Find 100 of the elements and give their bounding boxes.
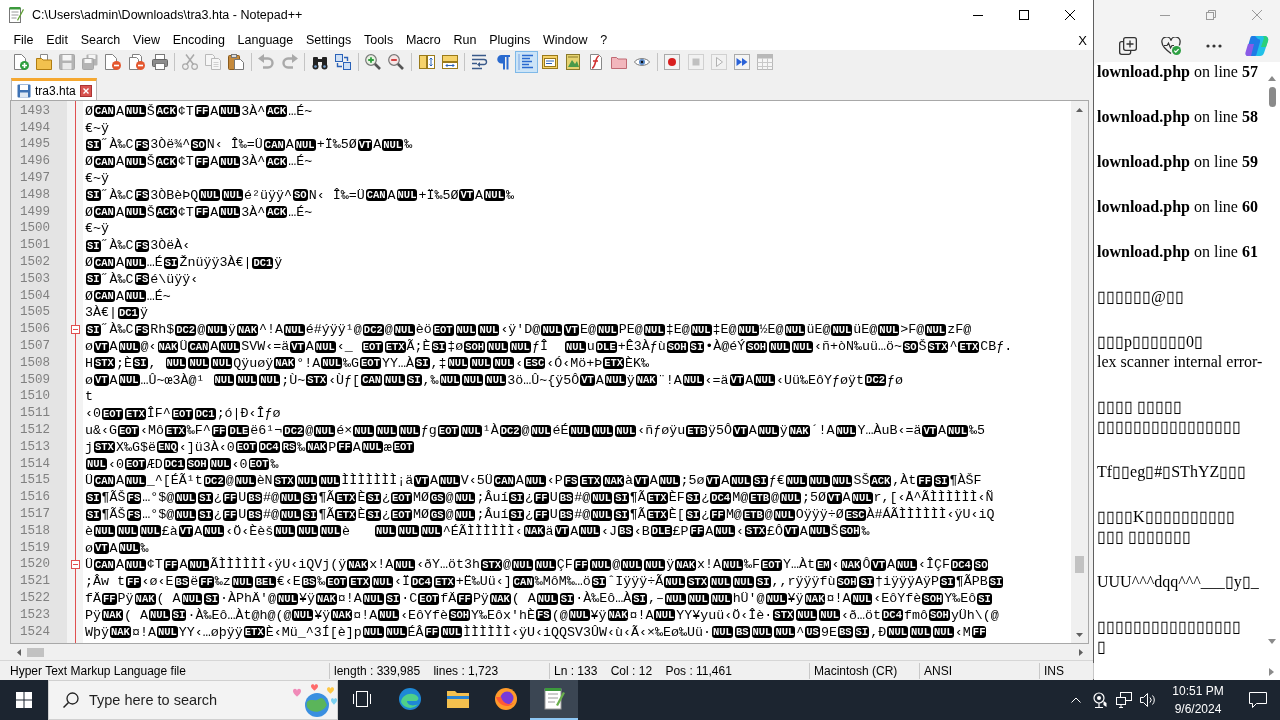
code-text: …É~ <box>146 288 171 304</box>
control-code: SI <box>385 592 401 605</box>
scrollbar-thumb[interactable] <box>1075 556 1084 573</box>
menu-item[interactable]: Run <box>447 33 483 47</box>
code-text: ‰ <box>297 439 306 455</box>
control-code: NUL <box>231 575 253 588</box>
code-text: +Ê3Àƒù <box>617 339 666 355</box>
file-tab[interactable]: tra3.hta <box>11 78 97 100</box>
control-code: NUL <box>780 491 801 504</box>
control-code: ETX <box>433 575 455 588</box>
start-logo-icon <box>16 692 32 708</box>
control-code: CAN <box>94 256 115 269</box>
control-code: STX <box>94 441 115 454</box>
scrollbar-thumb[interactable] <box>27 647 44 657</box>
code-text: È <box>357 507 366 522</box>
menu-item[interactable]: Window <box>536 33 594 47</box>
code-text: ;ó|Ð‹Îƒø <box>216 406 281 422</box>
fold-minus-icon[interactable] <box>71 325 80 335</box>
code-text: èN <box>256 473 273 489</box>
code-text: A <box>475 187 484 203</box>
control-code: ETB <box>742 508 764 521</box>
code-text: Žnüÿÿ3À€| <box>179 255 252 271</box>
scroll-left-icon[interactable] <box>16 648 21 656</box>
menu-item[interactable]: File <box>7 33 40 47</box>
control-code: CAN <box>94 155 115 168</box>
menu-item[interactable]: Search <box>74 33 127 47</box>
clock-time[interactable]: 10:51 PM <box>1172 682 1224 700</box>
code-text: ;Âuí <box>476 507 509 522</box>
scroll-right-icon[interactable] <box>1269 668 1274 676</box>
code-text: ¶Ã <box>101 490 118 506</box>
control-code: NUL <box>831 323 853 336</box>
code-text: ‰F^ <box>186 423 211 439</box>
control-code: NAK <box>134 592 156 605</box>
vertical-scrollbar[interactable] <box>1071 101 1088 643</box>
page-minus-icon <box>105 54 122 70</box>
menu-item[interactable]: Settings <box>299 33 358 47</box>
control-code: EOT <box>124 458 146 471</box>
indent-guide-button[interactable] <box>514 51 538 73</box>
line-number: 1493 <box>19 103 51 119</box>
control-code: NUL <box>124 206 146 219</box>
close-icon[interactable] <box>79 84 92 97</box>
control-code: DLE <box>650 525 672 538</box>
code-text: MØ <box>412 507 429 522</box>
control-code: NUL <box>460 424 482 437</box>
code-text: ÿ <box>666 557 675 573</box>
code-text: fmô <box>903 607 928 623</box>
control-code: SI <box>302 491 318 504</box>
control-code: BS <box>247 508 262 521</box>
code-text: ¿ <box>213 507 222 522</box>
control-code: SO <box>902 340 918 353</box>
control-code: SI <box>86 273 101 286</box>
scroll-up-icon[interactable] <box>1268 76 1276 81</box>
control-code: NAK <box>102 609 123 622</box>
close-document-button[interactable]: X <box>1078 32 1087 48</box>
control-code: ACK <box>266 155 288 168</box>
scroll-right-icon[interactable] <box>1078 648 1083 656</box>
control-code: NUL <box>530 424 552 437</box>
code-text: 9E <box>820 624 837 640</box>
code-text: ½E@ <box>759 322 784 338</box>
code-text: A <box>352 439 361 455</box>
fold-minus-icon[interactable] <box>71 560 80 570</box>
code-text: ‹ <box>831 557 840 573</box>
notepad-button[interactable] <box>530 680 578 720</box>
scroll-down-icon[interactable] <box>1268 639 1276 644</box>
control-code: FF <box>211 424 227 437</box>
text-editor[interactable] <box>10 100 1089 644</box>
menu-item[interactable]: Language <box>231 33 300 47</box>
menu-item[interactable]: Macro <box>399 33 448 47</box>
search-input[interactable]: Type here to search <box>89 681 281 719</box>
control-code: DC1 <box>163 458 185 471</box>
scroll-down-icon[interactable] <box>1076 632 1083 637</box>
line-number: 1494 <box>19 120 51 136</box>
control-code: CAN <box>94 558 115 571</box>
menu-item[interactable]: Edit <box>39 33 75 47</box>
code-text: é\üÿÿ‹ <box>150 271 199 287</box>
menu-item[interactable]: ? <box>593 33 614 47</box>
code-text: ‹EôYfè <box>400 607 449 623</box>
scrollbar-thumb[interactable] <box>1268 87 1276 107</box>
scroll-up-icon[interactable] <box>1076 107 1083 112</box>
code-text: ÿ5Ô <box>708 423 733 439</box>
code-text: è <box>341 523 351 539</box>
heart-pulse-icon <box>1161 37 1181 55</box>
menu-item[interactable]: Encoding <box>166 33 232 47</box>
search-bar[interactable]: Type here to search <box>48 680 338 720</box>
code-text: ‰ <box>317 574 326 590</box>
clock-date[interactable]: 9/6/2024 <box>1174 700 1222 718</box>
control-code: NUL <box>455 323 477 336</box>
menu-item[interactable]: Tools <box>357 33 400 47</box>
control-code: DC2 <box>362 323 384 336</box>
code-text: …É <box>146 255 163 271</box>
menu-item[interactable]: View <box>126 33 167 47</box>
control-code: NUL <box>621 558 643 571</box>
code-text: ‹Ï <box>393 574 410 590</box>
code-text: N‹ Î‰=Ü <box>206 137 263 153</box>
control-code: NUL <box>569 424 591 437</box>
code-text: ‹EôYfè <box>873 591 922 606</box>
control-code: NUL <box>462 374 484 387</box>
control-code: ETX <box>603 357 625 370</box>
table-grid-icon <box>757 54 774 70</box>
menu-item[interactable]: Plugins <box>482 33 537 47</box>
